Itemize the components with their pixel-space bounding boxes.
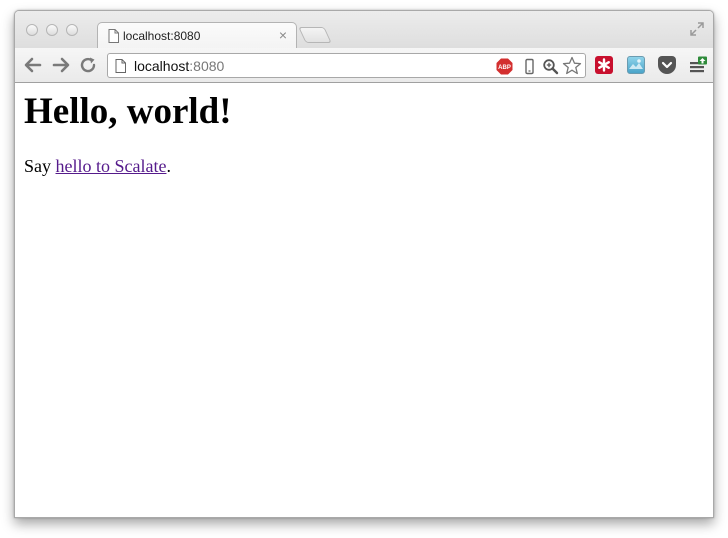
page-icon	[108, 29, 119, 48]
bookmark-star-icon[interactable]	[562, 56, 582, 76]
paragraph-prefix: Say	[24, 156, 56, 176]
fullscreen-icon[interactable]	[689, 21, 705, 37]
reload-icon[interactable]	[79, 56, 99, 74]
address-bar[interactable]: localhost:8080 ABP	[107, 53, 586, 78]
title-bar: localhost:8080 ×	[15, 11, 713, 49]
mobile-icon[interactable]	[521, 58, 538, 75]
page-icon	[115, 59, 126, 78]
image-extension-icon[interactable]	[627, 56, 645, 74]
intro-paragraph: Say hello to Scalate.	[24, 156, 171, 177]
tab-title: localhost:8080	[123, 29, 201, 43]
minimize-window-button[interactable]	[46, 24, 58, 36]
url-host: localhost	[134, 58, 190, 74]
close-window-button[interactable]	[26, 24, 38, 36]
tab-close-icon[interactable]: ×	[279, 27, 287, 43]
svg-text:ABP: ABP	[498, 65, 511, 71]
zoom-icon[interactable]	[542, 58, 559, 75]
lastpass-icon[interactable]	[595, 56, 613, 74]
menu-icon[interactable]	[688, 56, 708, 74]
back-arrow-icon[interactable]	[23, 56, 43, 74]
page-heading: Hello, world!	[24, 91, 232, 132]
adblock-icon[interactable]: ABP	[496, 58, 513, 75]
zoom-window-button[interactable]	[66, 24, 78, 36]
scalate-link[interactable]: hello to Scalate	[56, 156, 167, 176]
page-content: Hello, world! Say hello to Scalate.	[15, 84, 713, 517]
browser-toolbar: localhost:8080 ABP	[15, 48, 713, 83]
tab-localhost[interactable]: localhost:8080 ×	[97, 22, 297, 49]
url-port: :8080	[189, 58, 225, 74]
browser-window: localhost:8080 × localhost:8080 ABP Hell…	[14, 10, 714, 518]
paragraph-suffix: .	[166, 156, 171, 176]
pocket-icon[interactable]	[658, 56, 676, 74]
url-text[interactable]: localhost:8080	[134, 58, 224, 74]
forward-arrow-icon[interactable]	[51, 56, 71, 74]
new-tab-button[interactable]	[298, 27, 332, 43]
